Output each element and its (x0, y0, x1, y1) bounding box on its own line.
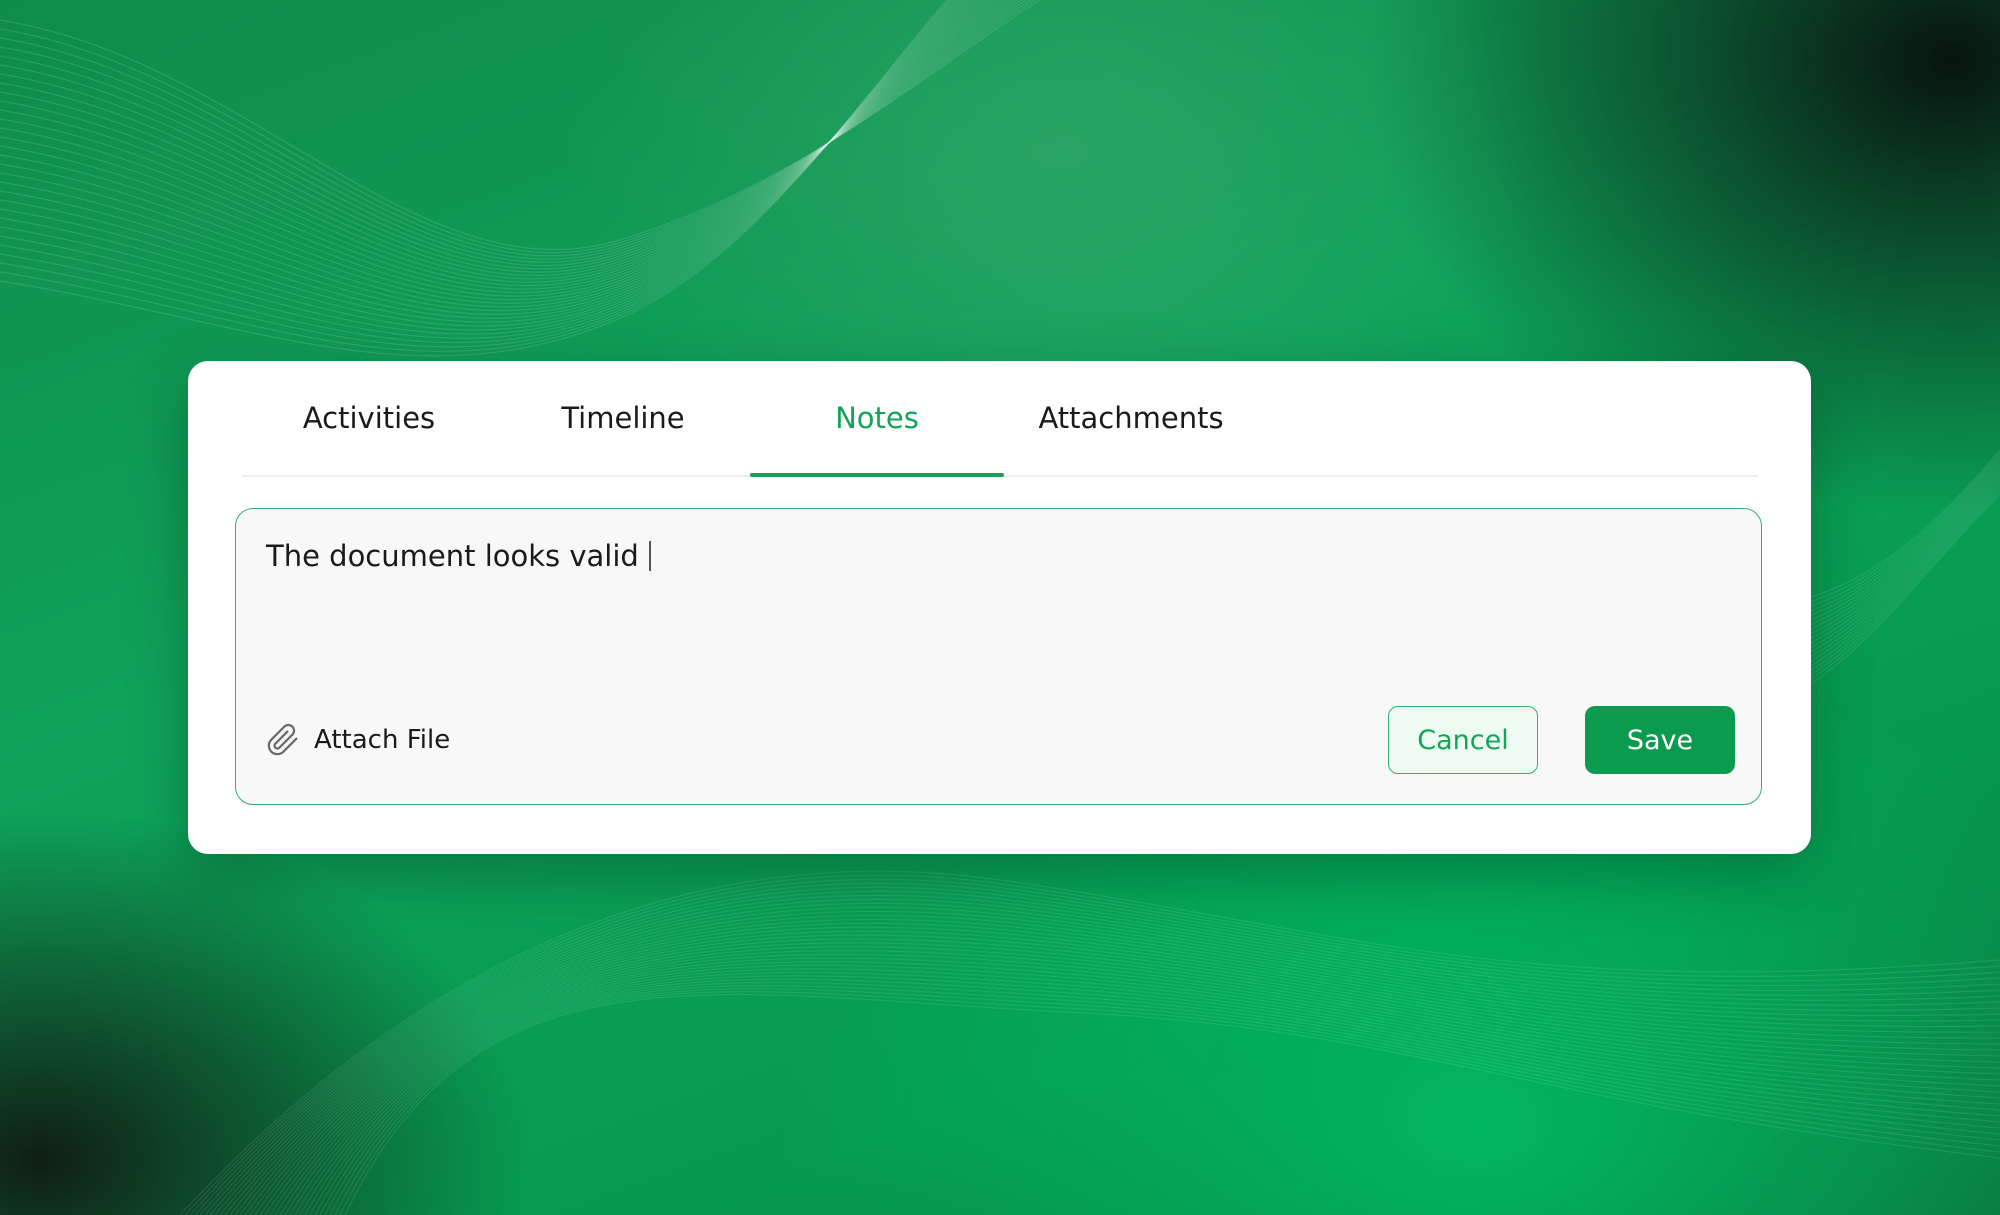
tab-activities[interactable]: Activities (242, 361, 496, 475)
tab-attachments[interactable]: Attachments (1004, 361, 1258, 475)
notes-card: Activities Timeline Notes Attachments Th… (188, 361, 1811, 854)
note-text-input[interactable]: The document looks valid (266, 539, 651, 573)
note-editor[interactable]: The document looks valid Attach File Can… (235, 508, 1762, 805)
tab-timeline[interactable]: Timeline (496, 361, 750, 475)
tab-notes[interactable]: Notes (750, 361, 1004, 477)
save-button[interactable]: Save (1585, 706, 1735, 774)
attach-file-button[interactable]: Attach File (266, 722, 450, 758)
note-text-value: The document looks valid (266, 539, 639, 573)
tab-bar: Activities Timeline Notes Attachments (242, 361, 1758, 477)
attach-file-label: Attach File (314, 725, 451, 755)
text-caret (648, 541, 651, 571)
paperclip-icon (266, 723, 300, 757)
cancel-button[interactable]: Cancel (1388, 706, 1538, 774)
